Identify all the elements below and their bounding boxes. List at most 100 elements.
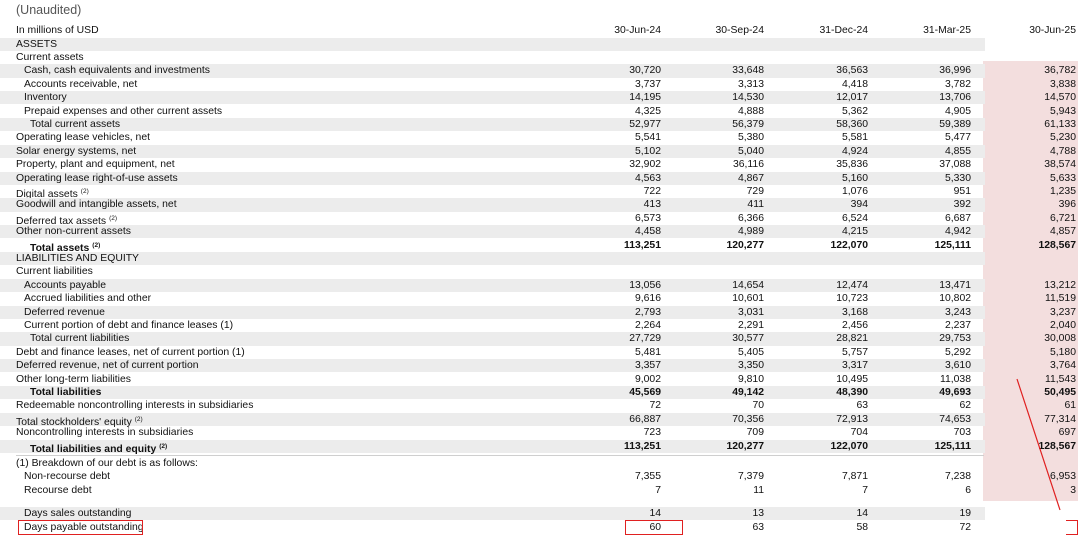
cell-31-dec-24: 14 xyxy=(856,508,868,520)
cell-31-mar-25: 13,706 xyxy=(939,92,971,104)
cell-30-sep-24: 14,530 xyxy=(732,92,764,104)
row-label-text: Accrued liabilities and other xyxy=(24,293,152,305)
cell-31-mar-25: 59,389 xyxy=(939,118,971,130)
table-row: Debt and finance leases, net of current … xyxy=(0,346,1080,359)
cell-31-mar-25: 19 xyxy=(959,508,971,520)
row-label-text: Days sales outstanding xyxy=(24,508,132,520)
row-label: Current assets xyxy=(16,51,84,64)
column-header: 30-Jun-24 xyxy=(614,25,661,36)
row-label: Non-recourse debt xyxy=(24,470,110,483)
table-row: Accounts payable 13,056 14,654 12,474 13,471… xyxy=(0,278,1076,293)
cell-30-sep-24: 5,380 xyxy=(737,132,764,144)
cell-30-sep-24: 120,277 xyxy=(726,440,764,452)
row-label-text: Solar energy systems, net xyxy=(16,145,137,157)
row-label: Redeemable noncontrolling interests in s… xyxy=(16,399,253,412)
row-label: Operating lease right-of-use assets xyxy=(16,172,178,185)
column-header: 30-Sep-24 xyxy=(715,25,764,36)
row-label: Recourse debt xyxy=(24,484,92,497)
table-row: Total current liabilities 27,729 30,577 28,… xyxy=(0,332,1076,346)
row-label: Total liabilities xyxy=(30,386,101,399)
cell-31-mar-25: 29,753 xyxy=(939,333,971,345)
cell-31-dec-24: 12,474 xyxy=(836,279,868,291)
table-row: Deferred revenue 2,793 3,031 3,168 3,243 3,23… xyxy=(0,305,1076,319)
cell-30-jun-25: 3,237 xyxy=(1049,306,1076,318)
row-label: Goodwill and intangible assets, net xyxy=(16,198,177,211)
row-label-text: Debt and finance leases, net of current … xyxy=(16,346,245,358)
cell-31-dec-24: 7 xyxy=(862,484,868,496)
cell-31-dec-24: 394 xyxy=(850,199,868,211)
row-label-text: Current liabilities xyxy=(16,266,93,278)
table-row: Total liabilities and equity (2) 113,251 12… xyxy=(0,439,1076,455)
cell-30-jun-24: 2,264 xyxy=(634,319,661,331)
cell-31-mar-25: 11,038 xyxy=(939,373,971,385)
row-label-text: Current assets xyxy=(16,51,84,63)
cell-30-jun-25: 77,314 xyxy=(1044,413,1076,425)
cell-31-dec-24: 36,563 xyxy=(836,65,868,77)
table-row: Operating lease vehicles, net 5,541 5,380 5… xyxy=(0,131,1080,144)
table-row: Operating lease right-of-use assets 4,563… xyxy=(0,171,1076,185)
row-label: Other non-current assets xyxy=(16,225,131,238)
cell-31-dec-24: 7,871 xyxy=(841,471,868,483)
cell-31-mar-25: 703 xyxy=(953,427,971,439)
row-label: Days sales outstanding xyxy=(24,507,131,520)
row-label: (1) Breakdown of our debt is as follows: xyxy=(16,457,198,470)
table-row: Current portion of debt and finance leas… xyxy=(0,319,1080,332)
table-row: ASSETS xyxy=(0,37,985,51)
table-row: Current liabilities xyxy=(0,265,1080,278)
cell-30-sep-24: 56,379 xyxy=(732,118,764,130)
row-label-text: Current portion of debt and finance leas… xyxy=(24,319,234,331)
cell-30-sep-24: 709 xyxy=(746,427,764,439)
cell-31-mar-25: 4,905 xyxy=(944,105,971,117)
cell-31-mar-25: 125,111 xyxy=(934,239,971,251)
annotation-box-edge xyxy=(1066,519,1078,535)
row-label-text: Operating lease vehicles, net xyxy=(16,132,151,144)
table-row: Accounts receivable, net 3,737 3,313 4,418 3… xyxy=(0,78,1080,91)
cell-31-dec-24: 5,757 xyxy=(841,346,868,358)
cell-31-dec-24: 35,836 xyxy=(836,159,868,171)
cell-30-jun-25: 13,212 xyxy=(1044,279,1076,291)
cell-31-mar-25: 5,330 xyxy=(944,172,971,184)
row-label: Accounts receivable, net xyxy=(24,78,137,91)
cell-30-sep-24: 63 xyxy=(752,521,764,533)
cell-31-mar-25: 7,238 xyxy=(944,471,971,483)
row-label: Deferred revenue, net of current portion xyxy=(16,359,199,372)
cell-30-jun-25: 6,953 xyxy=(1049,471,1076,483)
cell-31-mar-25: 74,653 xyxy=(939,413,971,425)
cell-30-jun-24: 3,357 xyxy=(634,360,661,372)
row-label-text: Non-recourse debt xyxy=(24,471,111,483)
row-label: LIABILITIES AND EQUITY xyxy=(16,252,139,265)
row-label-text: Redeemable noncontrolling interests in s… xyxy=(16,400,254,412)
cell-30-jun-24: 14 xyxy=(649,508,661,520)
cell-30-sep-24: 120,277 xyxy=(726,239,764,251)
cell-31-mar-25: 36,996 xyxy=(939,65,971,77)
cell-31-dec-24: 4,215 xyxy=(841,226,868,238)
cell-31-dec-24: 2,456 xyxy=(841,319,868,331)
cell-30-sep-24: 2,291 xyxy=(737,319,764,331)
cell-31-mar-25: 392 xyxy=(953,199,971,211)
cell-30-jun-24: 4,458 xyxy=(634,226,661,238)
row-label: Property, plant and equipment, net xyxy=(16,158,175,171)
row-label-text: Operating lease right-of-use assets xyxy=(16,172,178,184)
cell-31-mar-25: 3,782 xyxy=(944,78,971,90)
row-label-text: Accounts payable xyxy=(24,279,107,291)
cell-31-mar-25: 37,088 xyxy=(939,159,971,171)
cell-31-mar-25: 951 xyxy=(953,185,971,197)
unaudited-note: (Unaudited) xyxy=(16,3,82,17)
cell-30-sep-24: 3,313 xyxy=(737,78,764,90)
row-label: Deferred revenue xyxy=(24,306,105,319)
row-label: Total current assets xyxy=(30,118,120,131)
cell-31-dec-24: 1,076 xyxy=(841,185,868,197)
cell-30-sep-24: 5,405 xyxy=(737,346,764,358)
cell-30-sep-24: 13 xyxy=(752,508,764,520)
cell-30-jun-25: 11,543 xyxy=(1044,373,1076,385)
row-label-text: LIABILITIES AND EQUITY xyxy=(16,252,139,264)
cell-30-jun-25: 3,838 xyxy=(1049,78,1076,90)
row-label: Cash, cash equivalents and investments xyxy=(24,64,210,77)
annotation-box-label xyxy=(18,519,143,535)
row-label: Accounts payable xyxy=(24,279,106,292)
cell-30-jun-25: 4,857 xyxy=(1049,226,1076,238)
cell-30-jun-24: 4,563 xyxy=(634,172,661,184)
cell-31-mar-25: 10,802 xyxy=(939,293,971,305)
cell-30-jun-25: 38,574 xyxy=(1044,159,1076,171)
cell-30-sep-24: 49,142 xyxy=(732,386,764,398)
